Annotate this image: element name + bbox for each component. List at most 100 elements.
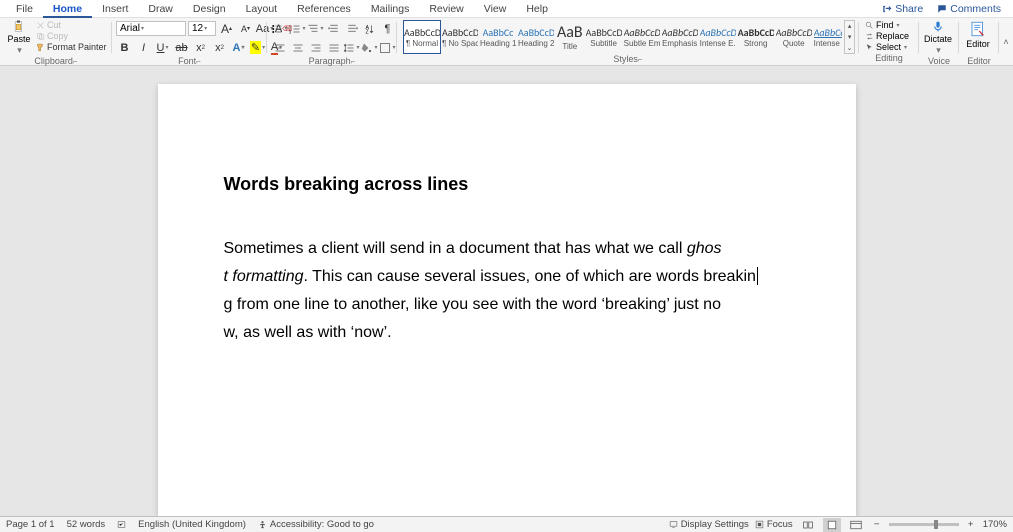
share-button[interactable]: Share [876,3,929,15]
superscript-button[interactable]: x2 [211,39,228,56]
tab-references[interactable]: References [287,0,361,18]
subscript-button[interactable]: x2 [192,39,209,56]
page: Words breaking across lines Sometimes a … [158,84,856,516]
justify-button[interactable] [325,39,342,56]
shrink-font-button[interactable]: A▾ [237,20,254,37]
highlight-button[interactable]: ✎▾ [249,39,266,56]
grow-font-button[interactable]: A▴ [218,20,235,37]
status-page[interactable]: Page 1 of 1 [6,519,55,530]
select-button[interactable]: Select▾ [865,42,909,52]
editor-button[interactable]: Editor [963,20,993,56]
find-button[interactable]: Find▾ [865,20,909,30]
style-item[interactable]: AaBbCcDSubtitle [585,20,623,54]
style-item[interactable]: AaBbCcDd¶ Normal [403,20,441,54]
zoom-level[interactable]: 170% [983,519,1007,530]
line-spacing-button[interactable]: ▾ [343,39,360,56]
comments-button[interactable]: Comments [931,3,1007,15]
zoom-in-button[interactable]: + [965,519,977,530]
format-painter-button[interactable]: Format Painter [36,42,107,52]
display-settings-button[interactable]: Display Settings [669,519,749,530]
zoom-out-button[interactable]: − [871,519,883,530]
align-right-button[interactable] [307,39,324,56]
font-launcher[interactable]: ⌐ [196,57,201,66]
status-words[interactable]: 52 words [67,519,106,530]
styles-expand[interactable]: ⌄ [845,42,854,53]
collapse-ribbon-button[interactable]: ˄ [999,18,1013,65]
clipboard-launcher[interactable]: ⌐ [73,57,78,66]
bullets-button[interactable]: ▾ [271,20,288,37]
ribbon: Paste ▾ Cut Copy Format Painter Clipboar… [0,18,1013,66]
comments-label: Comments [950,3,1001,15]
strikethrough-button[interactable]: ab [173,39,190,56]
style-item[interactable]: AaBbCcDHeading 2 [517,20,555,54]
styles-gallery: AaBbCcDd¶ NormalAaBbCcDd¶ No Spac...AaBb… [401,20,842,54]
align-center-button[interactable] [289,39,306,56]
shading-button[interactable]: ▾ [361,39,378,56]
borders-button[interactable]: ▾ [379,39,396,56]
style-item[interactable]: AaBbCcDdIntense Q... [813,20,843,54]
style-item[interactable]: AaBbCcDdQuote [775,20,813,54]
status-accessibility[interactable]: Accessibility: Good to go [258,519,374,530]
sort-button[interactable]: AZ [361,20,378,37]
doc-body: Sometimes a client will send in a docume… [224,235,790,347]
dictate-button[interactable]: Dictate▾ [923,20,953,56]
paste-button[interactable]: Paste ▾ [4,20,34,56]
web-layout-button[interactable] [847,518,865,532]
style-item[interactable]: AaBbCcDd¶ No Spac... [441,20,479,54]
decrease-indent-button[interactable] [325,20,342,37]
group-label-clipboard: Clipboard⌐ [4,56,108,66]
copy-button[interactable]: Copy [36,31,107,41]
tab-draw[interactable]: Draw [138,0,183,18]
read-mode-button[interactable] [799,518,817,532]
show-marks-button[interactable]: ¶ [379,20,396,37]
increase-indent-button[interactable] [343,20,360,37]
text-cursor [757,267,758,285]
style-item[interactable]: AaBbCcHeading 1 [479,20,517,54]
align-left-button[interactable] [271,39,288,56]
font-name-select[interactable]: Arial▾ [116,21,186,36]
tab-insert[interactable]: Insert [92,0,138,18]
group-label-editing: Editing [863,53,915,63]
multilevel-list-button[interactable]: ▾ [307,20,324,37]
replace-button[interactable]: Replace [865,31,909,41]
share-label: Share [895,3,923,15]
styles-scroll-up[interactable]: ▴ [845,21,854,32]
style-item[interactable]: AaBTitle [555,20,585,54]
text-effects-button[interactable]: A▾ [230,39,247,56]
underline-button[interactable]: U▾ [154,39,171,56]
style-item[interactable]: AaBbCcDdSubtle Em... [623,20,661,54]
tab-layout[interactable]: Layout [236,0,288,18]
paragraph-launcher[interactable]: ⌐ [351,57,356,66]
styles-scroll-down[interactable]: ▾ [845,32,854,43]
numbering-button[interactable]: 123▾ [289,20,306,37]
focus-button[interactable]: Focus [755,519,793,530]
paste-label: Paste [7,34,30,44]
status-spellcheck[interactable] [117,520,126,529]
tab-home[interactable]: Home [43,0,92,18]
print-layout-button[interactable] [823,518,841,532]
style-item[interactable]: AaBbCcDdEmphasis [661,20,699,54]
styles-launcher[interactable]: ⌐ [638,55,643,64]
tab-design[interactable]: Design [183,0,236,18]
style-item[interactable]: AaBbCcDdIntense E... [699,20,737,54]
status-language[interactable]: English (United Kingdom) [138,519,246,530]
tab-mailings[interactable]: Mailings [361,0,420,18]
group-label-voice: Voice [923,56,955,66]
group-label-styles: Styles⌐ [401,54,855,64]
zoom-slider[interactable] [889,523,959,526]
style-item[interactable]: AaBbCcDdStrong [737,20,775,54]
italic-button[interactable]: I [135,39,152,56]
tab-review[interactable]: Review [419,0,473,18]
chevron-down-icon: ▾ [17,45,22,56]
tab-view[interactable]: View [474,0,517,18]
bold-button[interactable]: B [116,39,133,56]
svg-text:3: 3 [289,30,291,34]
cut-button[interactable]: Cut [36,20,107,30]
doc-heading: Words breaking across lines [224,174,790,195]
font-size-select[interactable]: 12▾ [188,21,216,36]
group-label-font: Font⌐ [116,56,263,66]
tab-help[interactable]: Help [516,0,558,18]
tab-file[interactable]: File [6,0,43,18]
document-area[interactable]: Words breaking across lines Sometimes a … [0,66,1013,516]
group-label-editor: Editor [963,56,995,66]
